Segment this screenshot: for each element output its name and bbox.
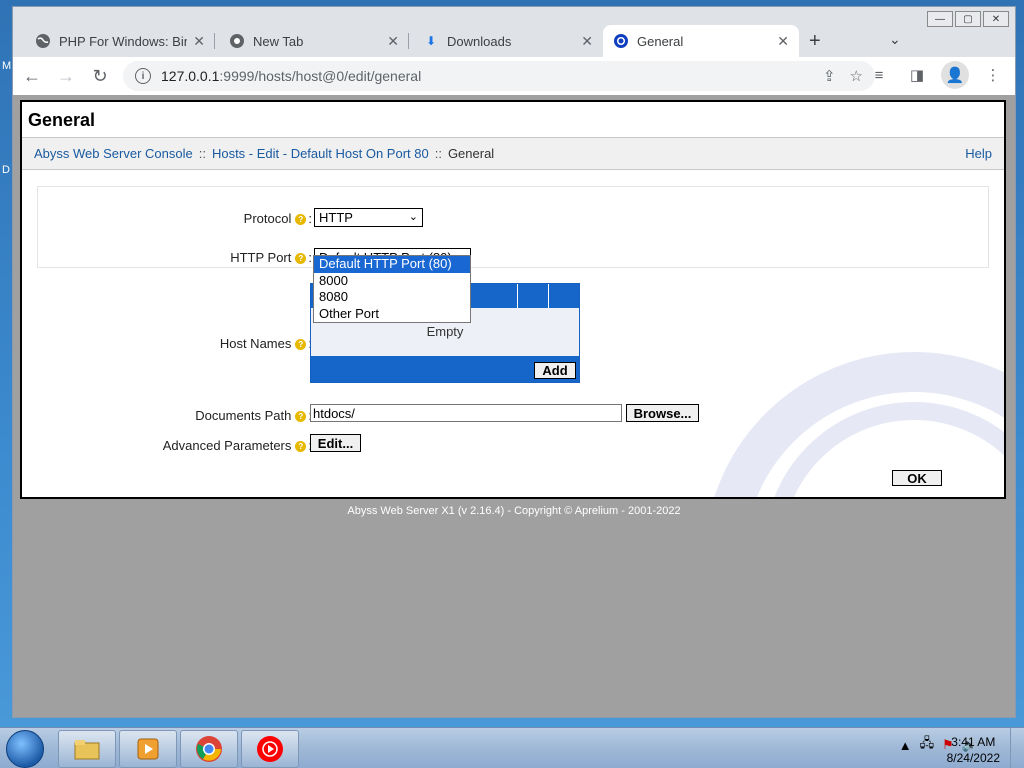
label-text: Protocol <box>243 211 292 226</box>
label-text: Documents Path <box>195 408 292 423</box>
close-tab-icon[interactable]: ✕ <box>581 33 593 50</box>
dropdown-option[interactable]: 8000 <box>314 273 470 290</box>
tab-new-tab[interactable]: New Tab ✕ <box>219 25 409 57</box>
label-text: HTTP Port <box>230 250 292 265</box>
ok-button[interactable]: OK <box>892 470 942 486</box>
reload-icon[interactable]: ↻ <box>85 61 115 91</box>
help-icon[interactable]: ? <box>295 441 307 453</box>
browse-button[interactable]: Browse... <box>626 404 699 422</box>
protocol-label: Protocol?: <box>212 211 312 226</box>
media-player-icon[interactable] <box>119 730 177 768</box>
breadcrumb-hosts-edit-link[interactable]: Hosts - Edit - Default Host On Port 80 <box>212 146 429 161</box>
abyss-icon <box>613 33 629 49</box>
documents-path-label: Documents Path?: <box>162 408 312 423</box>
help-icon[interactable]: ? <box>295 214 307 226</box>
breadcrumb-separator: :: <box>434 146 442 161</box>
clock[interactable]: 3:41 AM 8/24/2022 <box>947 734 1000 766</box>
tab-search-button[interactable]: ⌄ <box>889 31 901 48</box>
breadcrumb: Abyss Web Server Console :: Hosts - Edit… <box>22 138 1004 170</box>
help-icon[interactable]: ? <box>295 411 307 423</box>
chevron-down-icon: ⌄ <box>408 211 418 223</box>
edit-advanced-button[interactable]: Edit... <box>310 434 361 452</box>
close-tab-icon[interactable]: ✕ <box>387 33 399 50</box>
protocol-select[interactable]: HTTP ⌄ <box>314 208 423 227</box>
show-hidden-icons-icon[interactable]: ▲ <box>899 738 912 753</box>
forward-arrow-icon[interactable]: → <box>51 61 81 91</box>
dropdown-option[interactable]: Default HTTP Port (80) <box>314 256 470 273</box>
download-icon: ⬇ <box>425 34 437 48</box>
address-bar[interactable]: i 127.0.0.1:9999/hosts/host@0/edit/gener… <box>123 61 875 91</box>
help-icon[interactable]: ? <box>295 339 307 351</box>
dropdown-option[interactable]: Other Port <box>314 306 470 323</box>
new-tab-button[interactable]: + <box>809 30 821 53</box>
desktop-icon-label: M <box>2 60 12 72</box>
breadcrumb-current: General <box>447 146 495 161</box>
protocol-fieldset <box>37 186 989 268</box>
network-icon[interactable]: 🖧 <box>920 734 935 756</box>
chrome-icon[interactable] <box>180 730 238 768</box>
advanced-parameters-label: Advanced Parameters?: <box>132 438 312 453</box>
tab-title: Downloads <box>447 33 512 49</box>
profile-avatar-icon[interactable]: 👤 <box>941 61 969 89</box>
youtube-music-icon[interactable] <box>241 730 299 768</box>
label-colon: : <box>308 211 312 226</box>
breadcrumb-separator: :: <box>198 146 206 161</box>
select-value: HTTP <box>319 210 353 225</box>
tab-title: General <box>637 33 684 49</box>
globe-icon <box>35 33 51 49</box>
desktop-icon-label: D <box>2 164 10 176</box>
close-tab-icon[interactable]: ✕ <box>193 33 205 50</box>
breadcrumb-console-link[interactable]: Abyss Web Server Console <box>34 146 193 161</box>
share-icon[interactable]: ⇪ <box>823 67 836 85</box>
abyss-console-panel: General Abyss Web Server Console :: Host… <box>20 100 1006 499</box>
taskbar: ▲ 🖧 ⚑ 🔊 3:41 AM 8/24/2022 <box>0 727 1024 768</box>
host-names-label: Host Names?: <box>172 336 312 351</box>
reading-list-icon[interactable]: ≡ <box>865 61 893 89</box>
browser-window: — ▢ ✕ PHP For Windows: Bina ✕ New Tab ✕ … <box>12 6 1016 718</box>
chrome-icon <box>229 33 245 49</box>
label-colon: : <box>308 250 312 265</box>
start-button[interactable] <box>6 730 44 768</box>
http-port-label: HTTP Port?: <box>182 250 312 265</box>
label-text: Host Names <box>219 336 292 351</box>
close-tab-icon[interactable]: ✕ <box>777 33 789 50</box>
http-port-dropdown: Default HTTP Port (80) 8000 8080 Other P… <box>313 255 471 323</box>
tab-general[interactable]: General ✕ <box>603 25 799 57</box>
site-info-icon[interactable]: i <box>135 68 151 84</box>
file-explorer-icon[interactable] <box>58 730 116 768</box>
dropdown-option[interactable]: 8080 <box>314 289 470 306</box>
tab-strip: PHP For Windows: Bina ✕ New Tab ✕ ⬇ Down… <box>13 23 1015 57</box>
page-title: General <box>22 102 1004 138</box>
browser-toolbar: ← → ↻ i 127.0.0.1:9999/hosts/host@0/edit… <box>13 57 1015 95</box>
clock-date: 8/24/2022 <box>946 751 1000 765</box>
menu-kebab-icon[interactable]: ⋮ <box>979 61 1007 89</box>
add-host-button[interactable]: Add <box>534 362 576 379</box>
page-viewport: General Abyss Web Server Console :: Host… <box>13 95 1015 717</box>
show-desktop-button[interactable] <box>1010 728 1024 768</box>
label-text: Advanced Parameters <box>162 438 292 453</box>
tab-title: PHP For Windows: Bina <box>59 33 188 49</box>
tab-title: New Tab <box>253 33 304 49</box>
url-path: :9999/hosts/host@0/edit/general <box>219 68 422 84</box>
copyright-footer: Abyss Web Server X1 (v 2.16.4) - Copyrig… <box>347 505 681 517</box>
help-link[interactable]: Help <box>965 146 992 161</box>
clock-time: 3:41 AM <box>951 735 996 749</box>
documents-path-input[interactable]: htdocs/ <box>310 404 622 422</box>
back-arrow-icon[interactable]: ← <box>17 61 47 91</box>
help-icon[interactable]: ? <box>295 253 307 265</box>
url-host: 127.0.0.1 <box>161 68 220 84</box>
side-panel-icon[interactable]: ◨ <box>903 61 931 89</box>
bookmark-star-icon[interactable]: ☆ <box>850 67 863 85</box>
tab-php[interactable]: PHP For Windows: Bina ✕ <box>25 25 215 57</box>
tab-downloads[interactable]: ⬇ Downloads ✕ <box>413 25 603 57</box>
